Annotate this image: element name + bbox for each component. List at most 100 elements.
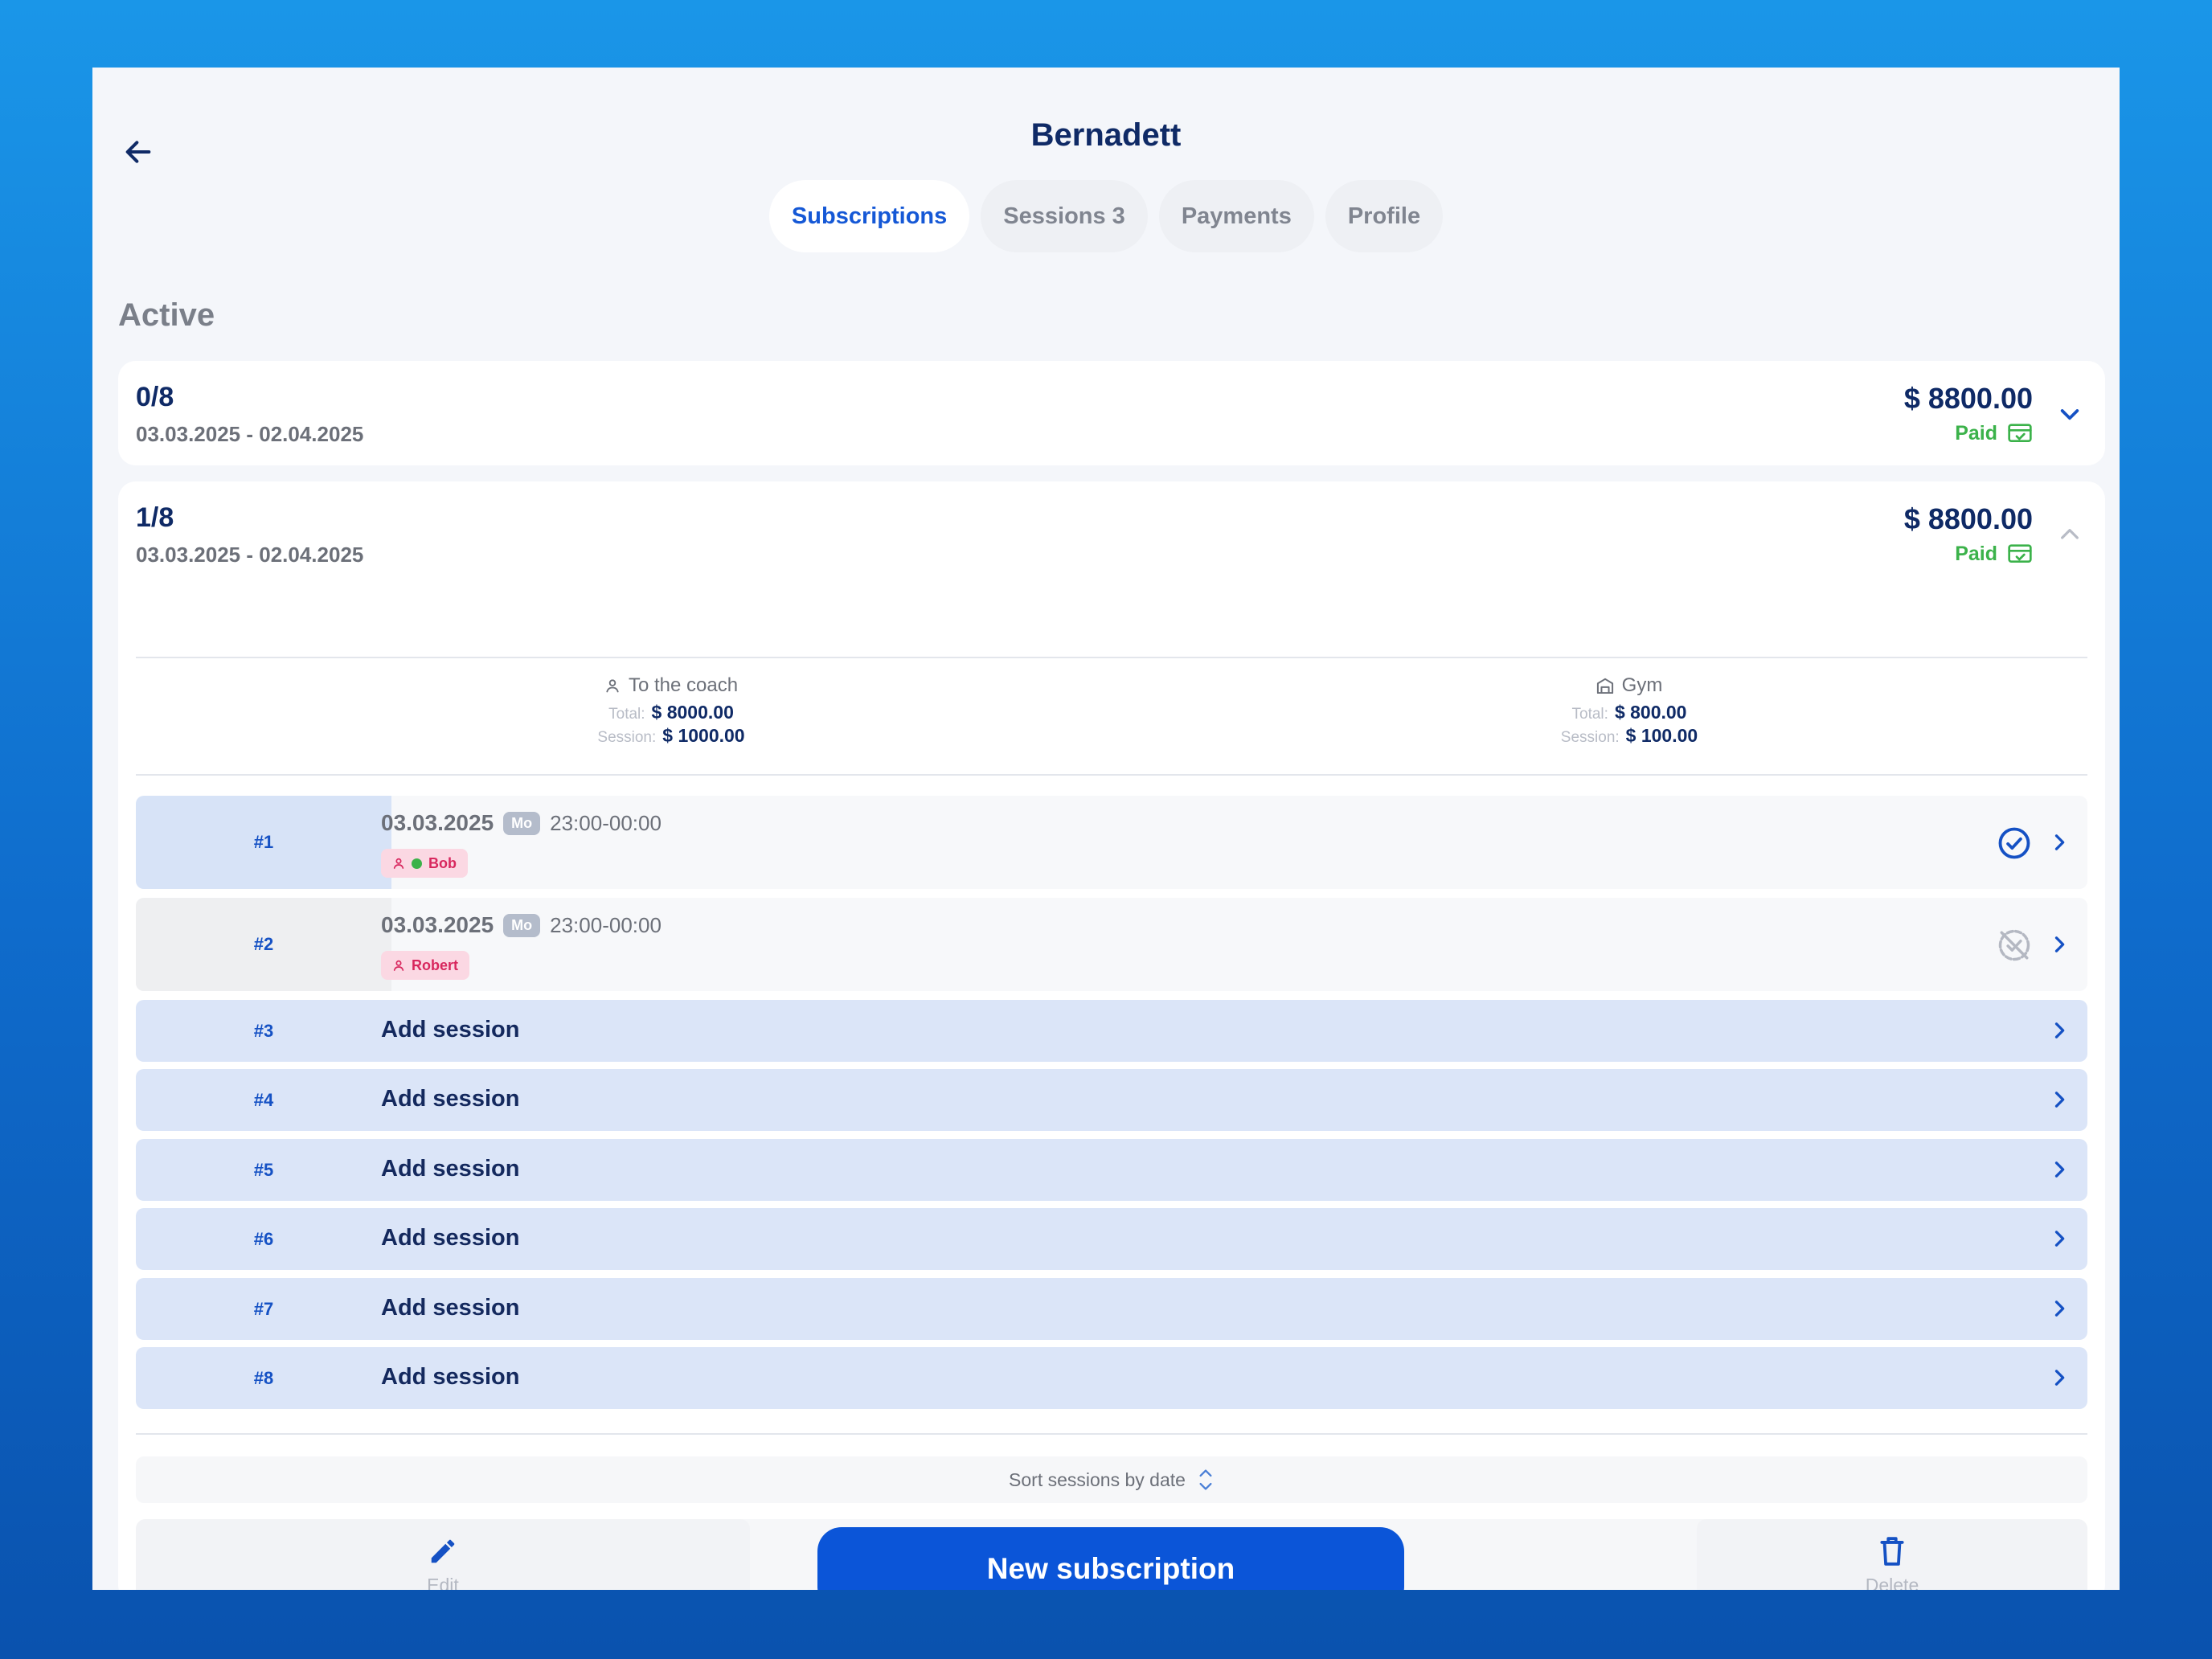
subscription-header: 0/8 03.03.2025 - 02.04.2025 $ 8800.00 Pa… (118, 361, 2105, 465)
subscription-card-expanded: 1/8 03.03.2025 - 02.04.2025 $ 8800.00 Pa… (118, 481, 2105, 1590)
add-session-label: Add session (381, 1156, 520, 1182)
session-row[interactable]: #2 03.03.2025 Mo 23:00-00:00 Robert (136, 898, 2087, 991)
subscription-price: $ 8800.00 (1903, 382, 2033, 415)
split-coach: To the coach Total: $ 8000.00 Session: $ 1… (430, 674, 912, 747)
tab-subscriptions[interactable]: Subscriptions (768, 180, 970, 252)
session-date: 03.03.2025 (381, 810, 494, 835)
coach-session: $ 1000.00 (662, 725, 745, 746)
session-number: #4 (253, 1089, 274, 1110)
chevron-right-icon (2054, 1022, 2065, 1038)
trash-icon (1880, 1536, 1904, 1566)
session-weekday: Mo (503, 913, 541, 937)
add-session-label: Add session (381, 1295, 520, 1321)
collapse-toggle[interactable] (2052, 517, 2087, 552)
coach-label: To the coach (628, 674, 739, 696)
add-session-label: Add session (381, 1017, 520, 1043)
chevron-right-icon (2054, 834, 2065, 850)
page-title: Bernadett (1030, 117, 1182, 153)
tab-sessions[interactable]: Sessions 3 (981, 180, 1148, 252)
card-check-icon (2008, 543, 2032, 563)
card-check-icon (2008, 423, 2032, 442)
action-bar: Edit New subscription Delete (136, 1519, 2087, 1590)
pencil-icon (431, 1539, 455, 1563)
coach-total-label: Total: (608, 706, 645, 723)
online-dot (412, 858, 422, 869)
date-range: 03.03.2025 - 02.04.2025 (136, 422, 364, 446)
paid-label: Paid (1955, 543, 1997, 565)
gym-label: Gym (1621, 674, 1663, 696)
add-session-label: Add session (381, 1364, 520, 1390)
coach-session-label: Session: (597, 729, 657, 746)
add-session-row[interactable]: #3 Add session (136, 1000, 2087, 1062)
check-circle-icon[interactable] (1997, 826, 2031, 860)
row-chevron[interactable] (2047, 1088, 2071, 1112)
session-time: 23:00-00:00 (550, 912, 662, 937)
row-chevron[interactable] (2047, 932, 2071, 956)
new-subscription-button[interactable]: New subscription (817, 1527, 1404, 1590)
session-time: 23:00-00:00 (550, 810, 662, 835)
chevron-right-icon (2054, 936, 2065, 952)
divider (136, 1433, 2087, 1435)
person-icon (393, 858, 404, 869)
tab-bar: Subscriptions Sessions 3 Payments Profil… (92, 180, 2120, 252)
split-gym: Gym Total: $ 800.00 Session: $ 100.00 (1388, 674, 1870, 747)
unchecked-circle-icon[interactable] (1997, 928, 2031, 962)
gym-session: $ 100.00 (1625, 725, 1698, 746)
session-number: #7 (253, 1298, 274, 1319)
chevron-right-icon (2054, 1092, 2065, 1108)
add-session-row[interactable]: #6 Add session (136, 1208, 2087, 1270)
sort-sessions-button[interactable]: Sort sessions by date (136, 1456, 2087, 1503)
expand-toggle[interactable] (2052, 396, 2087, 432)
row-chevron[interactable] (2047, 1018, 2071, 1043)
session-number: #2 (136, 898, 391, 991)
gym-total: $ 800.00 (1614, 702, 1687, 723)
tab-profile[interactable]: Profile (1325, 180, 1444, 252)
add-session-row[interactable]: #7 Add session (136, 1278, 2087, 1340)
app-screen: Bernadett Subscriptions Sessions 3 Payme… (92, 68, 2120, 1590)
chevron-right-icon (2054, 1301, 2065, 1317)
edit-label: Edit (427, 1574, 459, 1591)
session-number: #5 (253, 1159, 274, 1180)
sort-arrows-icon (1199, 1469, 1212, 1490)
section-label-active: Active (118, 297, 215, 333)
sort-label: Sort sessions by date (1009, 1469, 1186, 1490)
add-session-label: Add session (381, 1225, 520, 1251)
add-session-row[interactable]: #5 Add session (136, 1139, 2087, 1201)
chevron-right-icon (2054, 1161, 2065, 1178)
person-name: Robert (412, 956, 458, 973)
date-range: 03.03.2025 - 02.04.2025 (136, 543, 364, 567)
delete-button[interactable]: Delete (1697, 1519, 2087, 1590)
edit-button[interactable]: Edit (136, 1519, 750, 1590)
paid-status: Paid (1955, 543, 2033, 566)
person-name: Bob (428, 854, 457, 871)
subscription-price: $ 8800.00 (1903, 502, 2033, 535)
tab-payments[interactable]: Payments (1158, 180, 1314, 252)
person-chip: Bob (381, 849, 468, 878)
add-session-label: Add session (381, 1086, 520, 1112)
divider (136, 657, 2087, 658)
row-chevron[interactable] (2047, 1366, 2071, 1390)
row-chevron[interactable] (2047, 1296, 2071, 1321)
building-icon (1596, 678, 1613, 694)
session-count: 0/8 (136, 382, 174, 412)
session-number: #8 (253, 1367, 274, 1388)
divider (136, 774, 2087, 776)
subscription-card-collapsed[interactable]: 0/8 03.03.2025 - 02.04.2025 $ 8800.00 Pa… (118, 361, 2105, 465)
person-icon (393, 960, 404, 971)
add-session-row[interactable]: #8 Add session (136, 1347, 2087, 1409)
chevron-right-icon (2054, 1231, 2065, 1247)
session-number: #3 (253, 1020, 274, 1041)
session-row[interactable]: #1 03.03.2025 Mo 23:00-00:00 Bob (136, 796, 2087, 889)
subscription-header[interactable]: 1/8 03.03.2025 - 02.04.2025 $ 8800.00 Pa… (118, 481, 2105, 586)
row-chevron[interactable] (2047, 1227, 2071, 1251)
person-icon (606, 679, 619, 693)
add-session-row[interactable]: #4 Add session (136, 1069, 2087, 1131)
paid-label: Paid (1955, 422, 1997, 444)
person-chip: Robert (381, 951, 469, 980)
session-date: 03.03.2025 (381, 912, 494, 937)
row-chevron[interactable] (2047, 1157, 2071, 1182)
session-count: 1/8 (136, 502, 174, 533)
row-chevron[interactable] (2047, 830, 2071, 854)
paid-status: Paid (1955, 422, 2033, 445)
session-weekday: Mo (503, 811, 541, 835)
